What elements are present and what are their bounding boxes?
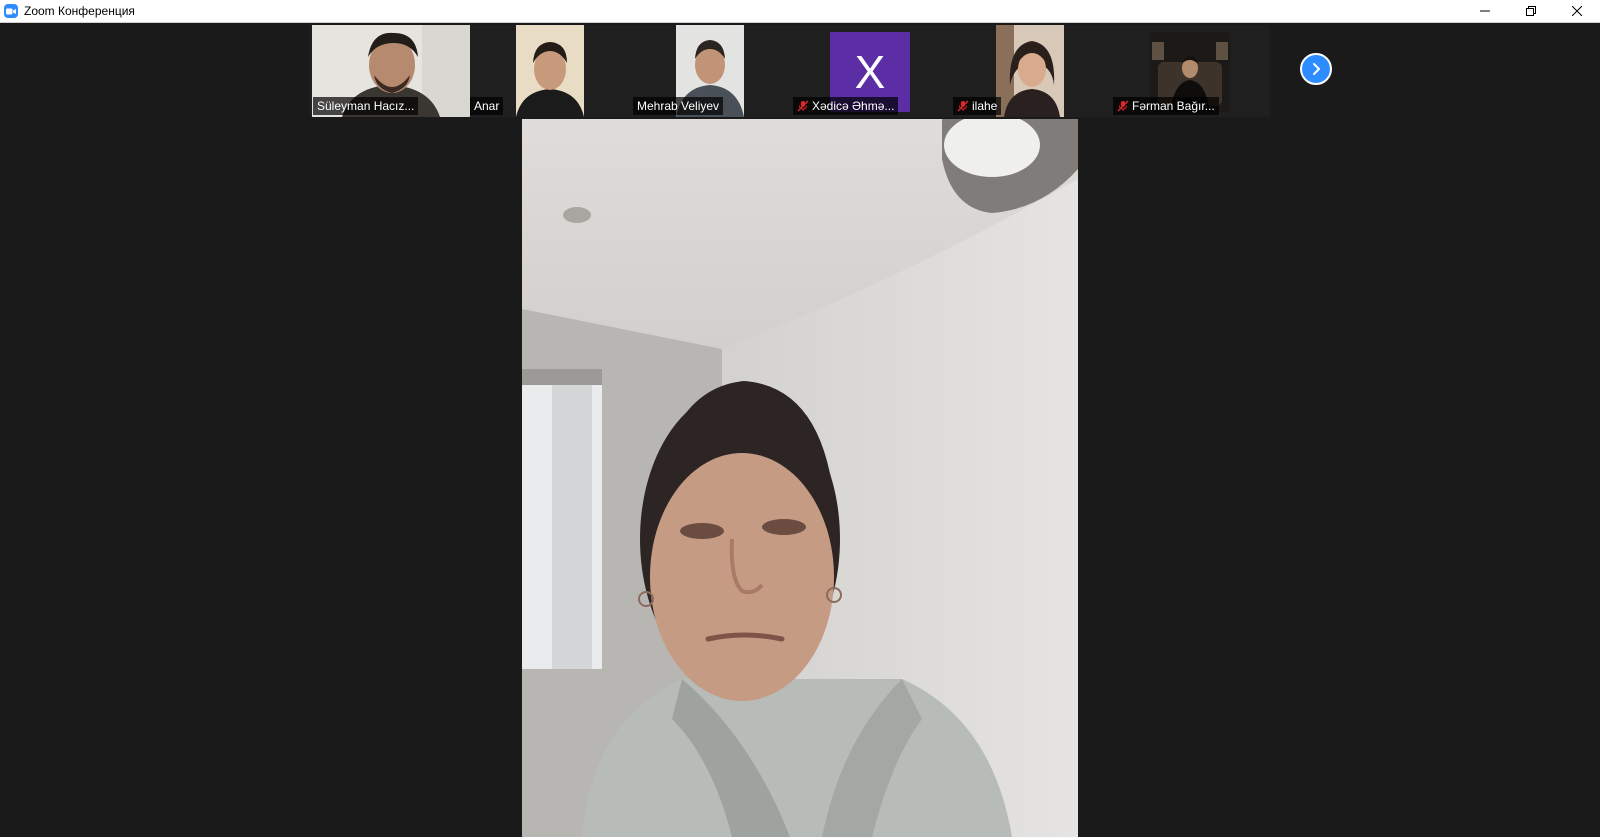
window-titlebar: Zoom Конференция <box>0 0 1600 23</box>
participant-name-label: Mehrab Veliyev <box>633 97 724 115</box>
zoom-camera-icon <box>4 4 18 18</box>
participant-tile[interactable]: Fərman Bağır... <box>1110 25 1270 117</box>
participant-name: Mehrab Veliyev <box>637 99 720 113</box>
muted-microphone-icon <box>1117 100 1129 112</box>
chevron-right-icon <box>1313 63 1320 75</box>
participant-name: Fərman Bağır... <box>1132 99 1215 113</box>
participant-name-label: Anar <box>470 97 504 115</box>
participant-video <box>996 25 1064 117</box>
active-speaker-video <box>522 119 1078 837</box>
participant-tile[interactable]: Mehrab Veliyev <box>630 25 790 117</box>
close-button[interactable] <box>1554 0 1600 22</box>
muted-microphone-icon <box>797 100 809 112</box>
restore-button[interactable] <box>1508 0 1554 22</box>
participant-tile[interactable]: Süleyman Hacız... <box>310 25 470 117</box>
participant-name: Anar <box>474 99 500 113</box>
participant-name-label: Süleyman Hacız... <box>313 97 419 115</box>
next-page-button[interactable] <box>1300 53 1332 85</box>
restore-icon <box>1526 6 1536 16</box>
participant-name: ilahe <box>972 99 998 113</box>
close-icon <box>1572 6 1582 16</box>
minimize-button[interactable] <box>1462 0 1508 22</box>
speaker-video <box>522 119 1078 837</box>
participant-name-label: Fərman Bağır... <box>1113 97 1219 115</box>
participant-name-label: ilahe <box>953 97 1002 115</box>
participant-video <box>516 25 584 117</box>
participant-strip: Süleyman Hacız... Anar Mehrab Veliyev X … <box>310 25 1288 117</box>
participant-name: Xədicə Əhmə... <box>812 99 895 113</box>
participant-tile[interactable]: ilahe <box>950 25 1110 117</box>
participant-tile[interactable]: X Xədicə Əhmə... <box>790 25 950 117</box>
participant-name: Süleyman Hacız... <box>317 99 415 113</box>
muted-microphone-icon <box>957 100 969 112</box>
participant-tile[interactable]: Anar <box>470 25 630 117</box>
meeting-stage: Süleyman Hacız... Anar Mehrab Veliyev X … <box>0 23 1600 837</box>
minimize-icon <box>1480 10 1490 12</box>
window-title: Zoom Конференция <box>24 4 135 18</box>
participant-name-label: Xədicə Əhmə... <box>793 97 899 115</box>
window-controls <box>1462 0 1600 22</box>
